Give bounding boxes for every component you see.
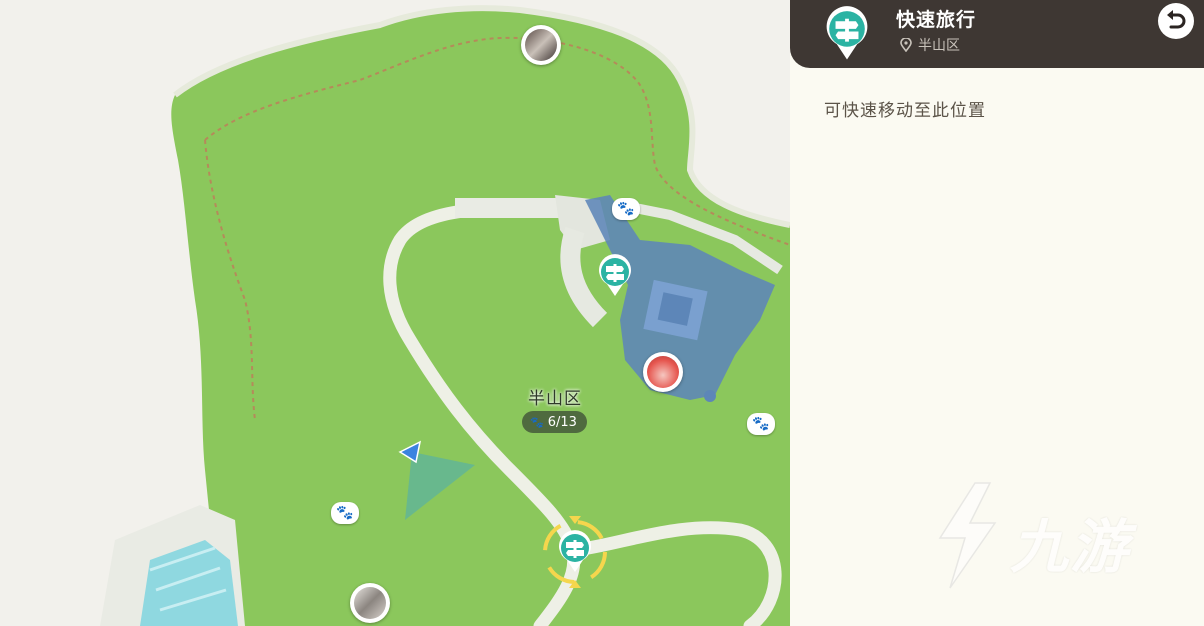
paw-icon: 🐾	[752, 416, 770, 432]
npc-avatar-building[interactable]	[643, 352, 683, 392]
map-terrain	[0, 0, 790, 626]
panel-header: 快速旅行 半山区	[790, 0, 1204, 68]
panel-location: 半山区	[900, 35, 960, 55]
fast-travel-waypoint-selected[interactable]	[557, 530, 593, 574]
map-pin-icon	[900, 38, 912, 52]
area-progress-badge: 🐾 6/13	[522, 411, 587, 433]
npc-avatar-top[interactable]	[521, 25, 561, 65]
panel-description: 可快速移动至此位置	[824, 101, 986, 121]
pet-marker[interactable]: 🐾	[747, 413, 775, 435]
fast-travel-waypoint-upper[interactable]	[597, 254, 633, 298]
signpost-icon	[826, 6, 868, 60]
back-button[interactable]	[1158, 3, 1194, 39]
avatar	[525, 29, 557, 61]
pet-marker[interactable]: 🐾	[331, 502, 359, 524]
area-name-label: 半山区	[528, 389, 582, 409]
map-view[interactable]: 🐾 🐾 🐾 半山区 🐾 6/13	[0, 0, 790, 626]
avatar	[354, 587, 386, 619]
watermark-text: 九游	[1010, 513, 1131, 581]
return-arrow-icon	[1167, 10, 1186, 29]
pet-marker[interactable]: 🐾	[612, 198, 640, 220]
paw-icon: 🐾	[617, 201, 635, 217]
area-progress-count: 6/13	[547, 414, 577, 430]
npc-avatar-bottom[interactable]	[350, 583, 390, 623]
panel-location-name: 半山区	[918, 38, 960, 54]
paw-icon: 🐾	[530, 415, 544, 429]
signpost-icon	[559, 530, 591, 572]
panel-title: 快速旅行	[896, 9, 977, 31]
watermark-logo	[938, 482, 997, 589]
paw-icon: 🐾	[336, 505, 354, 521]
player-arrow-icon	[398, 440, 422, 464]
avatar	[647, 356, 679, 388]
signpost-icon	[599, 254, 631, 296]
